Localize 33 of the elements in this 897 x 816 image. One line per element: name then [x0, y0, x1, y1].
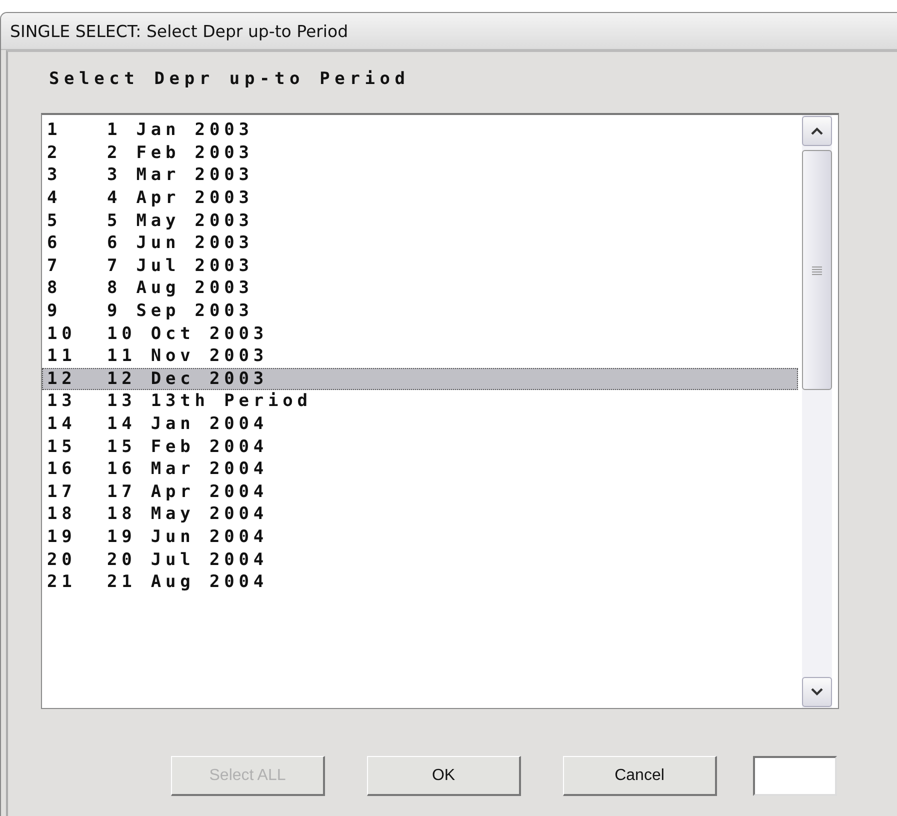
dialog-button[interactable]: Cancel	[563, 756, 717, 796]
list-item[interactable]: 11 11 Nov 2003	[42, 344, 798, 368]
input-field[interactable]	[753, 756, 837, 796]
list-item[interactable]: 2 2 Feb 2003	[42, 142, 798, 164]
chevron-up-icon	[811, 127, 823, 135]
list-item[interactable]: 1 1 Jan 2003	[42, 119, 798, 142]
scrollbar[interactable]	[802, 115, 832, 708]
list-item[interactable]: 16 16 Mar 2004	[42, 458, 798, 480]
list-item[interactable]: 4 4 Apr 2003	[42, 186, 798, 210]
list-item[interactable]: 7 7 Jul 2003	[42, 254, 798, 278]
list-item[interactable]: 9 9 Sep 2003	[42, 300, 798, 322]
list-item[interactable]: 18 18 May 2004	[42, 503, 798, 526]
list-item[interactable]: 5 5 May 2003	[42, 209, 798, 232]
scroll-down-button[interactable]	[802, 677, 832, 707]
list-item[interactable]: 21 21 Aug 2004	[42, 570, 798, 594]
list-item[interactable]: 6 6 Jun 2003	[42, 232, 798, 255]
list-item[interactable]: 3 3 Mar 2003	[42, 164, 798, 187]
list-item[interactable]: 10 10 Oct 2003	[42, 322, 798, 345]
list-item[interactable]: 14 14 Jan 2004	[42, 412, 798, 436]
list-heading: Select Depr up-to Period	[49, 69, 411, 91]
list-item[interactable]: 20 20 Jul 2004	[42, 548, 798, 571]
window-title: SINGLE SELECT: Select Depr up-to Period	[10, 22, 348, 40]
scroll-up-button[interactable]	[802, 116, 832, 146]
scroll-thumb[interactable]	[802, 150, 832, 390]
chevron-down-icon	[811, 688, 823, 696]
list-item[interactable]: 13 13 13th Period	[42, 390, 798, 413]
grip-icon	[812, 266, 822, 274]
list-item[interactable]: 17 17 Apr 2004	[42, 480, 798, 504]
list-item[interactable]: 19 19 Jun 2004	[42, 526, 798, 548]
dialog-button[interactable]: OK	[367, 756, 521, 796]
list-item[interactable]: 15 15 Feb 2004	[42, 435, 798, 458]
list-item[interactable]: 12 12 Dec 2003	[42, 368, 798, 390]
list-item[interactable]: 8 8 Aug 2003	[42, 277, 798, 300]
